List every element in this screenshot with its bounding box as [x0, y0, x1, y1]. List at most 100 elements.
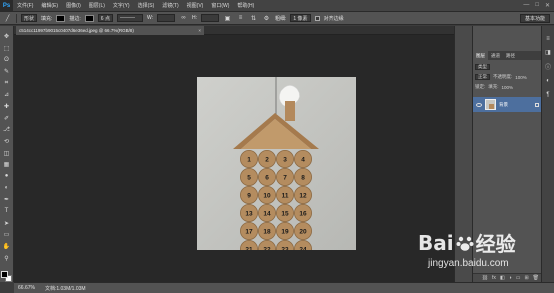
kind-filter-select[interactable]: 类型 [475, 64, 490, 70]
link-icon[interactable]: ∞ [179, 14, 188, 23]
color-swatches[interactable] [1, 271, 12, 283]
menu-window[interactable]: 窗口(W) [207, 2, 233, 9]
roll-number-2: 2 [265, 156, 269, 163]
panel-tabs: 图层 通道 路径 [473, 51, 542, 60]
roll-number-24: 24 [299, 246, 307, 250]
line-tool-icon[interactable]: ╱ [3, 14, 12, 23]
roll-number-11: 11 [282, 192, 289, 199]
tab-paths[interactable]: 路径 [503, 51, 518, 60]
zoom-icon[interactable]: ⚲ [2, 254, 11, 263]
stroke-type-select[interactable]: ——— [116, 14, 143, 22]
roll-number-17: 17 [245, 228, 253, 235]
divider [16, 13, 17, 23]
opacity-value[interactable]: 100% [515, 75, 527, 80]
height-label: H: [192, 15, 197, 21]
blur-icon[interactable]: ● [2, 172, 11, 181]
weight-label: 粗细: [275, 15, 287, 22]
gradient-icon[interactable]: ▦ [2, 160, 11, 169]
menu-edit[interactable]: 编辑(E) [37, 2, 62, 9]
minimize-button[interactable]: — [523, 2, 529, 9]
opacity-label: 不透明度: [493, 74, 513, 79]
options-bar: ╱ 形状 填充: 描边: 6 点 ——— W: ∞ H: ▣ ≡ ⇅ ⚙ 粗细:… [0, 11, 554, 25]
lock-row: 锁定: 填充: 100% [475, 83, 540, 91]
properties-icon[interactable]: ◨ [544, 48, 553, 57]
fill-label: 填充: [41, 15, 53, 22]
marquee-icon[interactable]: ⬚ [2, 44, 11, 53]
tab-channels[interactable]: 通道 [488, 51, 503, 60]
history-brush-icon[interactable]: ⟲ [2, 137, 11, 146]
document-image[interactable]: 1 2 3 4 5 6 7 8 9 10 11 12 13 14 15 16 17 18 19 20 21 22 23 24 [197, 77, 356, 250]
path-arrange-icon[interactable]: ⇅ [249, 14, 258, 23]
shape-mode-select[interactable]: 形状 [21, 14, 38, 22]
lasso-icon[interactable]: ʘ [2, 55, 11, 64]
maximize-button[interactable]: □ [535, 2, 539, 9]
path-align-icon[interactable]: ≡ [236, 14, 245, 23]
layer-row-background[interactable]: 背景 [473, 97, 542, 112]
doc-size[interactable]: 文档:1.03M/1.03M [45, 285, 86, 292]
menu-select[interactable]: 选择(S) [134, 2, 159, 9]
lock-icon [535, 102, 539, 107]
fill-value[interactable]: 100% [502, 85, 514, 90]
crop-icon[interactable]: ⌗ [2, 79, 11, 88]
watermark-brand: Bai [418, 230, 454, 255]
weight-field[interactable]: 1 像素 [290, 14, 311, 22]
dodge-icon[interactable]: ◐ [2, 184, 11, 193]
roll-number-12: 12 [299, 192, 307, 199]
eyedropper-icon[interactable]: ⊿ [2, 90, 11, 99]
toilet-roll-advent-house-photo: 1 2 3 45 6 7 89 10 11 1213 14 15 1617 18 19 2021 22 23 24 [233, 77, 319, 250]
healing-icon[interactable]: ✚ [2, 102, 11, 111]
foreground-color[interactable] [1, 271, 8, 279]
menu-view[interactable]: 视图(V) [183, 2, 208, 9]
layer-thumbnail [485, 99, 496, 110]
roll-number-3: 3 [283, 156, 287, 163]
stroke-swatch[interactable] [84, 14, 94, 22]
workspace-select[interactable]: 基本功能 [519, 13, 550, 23]
paragraph-icon[interactable]: ¶ [544, 90, 553, 99]
history-icon[interactable]: ≡ [544, 34, 553, 43]
menu-bar: Ps 文件(F) 编辑(E) 图像(I) 图层(L) 文字(Y) 选择(S) 滤… [0, 0, 554, 11]
menu-help[interactable]: 帮助(H) [233, 2, 258, 9]
shape-icon[interactable]: ▭ [2, 230, 11, 239]
tab-layers[interactable]: 图层 [473, 51, 488, 60]
pen-icon[interactable]: ✒ [2, 195, 11, 204]
fill-swatch[interactable] [56, 14, 66, 22]
roll-number-19: 19 [281, 228, 289, 235]
path-select-icon[interactable]: ➤ [2, 219, 11, 228]
menu-file[interactable]: 文件(F) [13, 2, 37, 9]
adjust-icon[interactable]: ◐ [544, 76, 553, 85]
gear-icon[interactable]: ⚙ [262, 14, 271, 23]
menu-layer[interactable]: 图层(L) [85, 2, 109, 9]
watermark-logo: Bai 经验 [418, 228, 516, 257]
stroke-size-field[interactable]: 6 点 [97, 14, 113, 22]
hand-icon[interactable]: ✋ [2, 242, 11, 251]
roll-number-7: 7 [283, 174, 287, 181]
menu-filter[interactable]: 滤镜(T) [158, 2, 182, 9]
menu-image[interactable]: 图像(I) [62, 2, 85, 9]
tools-panel: ✥ ⬚ ʘ ✎ ⌗ ⊿ ✚ ✐ ⎇ ⟲ ◫ ▦ ● ◐ ✒ T ➤ ▭ ✋ ⚲ [0, 26, 14, 283]
height-field[interactable] [201, 14, 219, 22]
layer-name: 背景 [499, 101, 508, 107]
info-icon[interactable]: ⓘ [544, 62, 553, 71]
width-field[interactable] [157, 14, 175, 22]
eraser-icon[interactable]: ◫ [2, 149, 11, 158]
roll-number-1: 1 [247, 156, 251, 163]
path-ops-icon[interactable]: ▣ [223, 14, 232, 23]
eye-icon[interactable] [476, 102, 482, 107]
align-edges-label: 对齐边缘 [323, 15, 344, 22]
zoom-level[interactable]: 66.67% [18, 285, 35, 291]
brush-icon[interactable]: ✐ [2, 114, 11, 123]
type-icon[interactable]: T [2, 207, 11, 216]
close-tab-icon[interactable]: × [198, 28, 204, 33]
menu-type[interactable]: 文字(Y) [109, 2, 134, 9]
canvas-area[interactable]: 1 2 3 4 5 6 7 8 9 10 11 12 13 14 15 16 17 18 19 20 21 22 23 24 [14, 35, 454, 282]
move-icon[interactable]: ✥ [2, 32, 11, 41]
blend-mode-select[interactable]: 正常 [475, 74, 490, 80]
close-button[interactable]: ✕ [545, 2, 550, 9]
roll-number-10: 10 [263, 192, 271, 199]
fill-label: 填充: [488, 84, 499, 89]
stamp-icon[interactable]: ⎇ [2, 125, 11, 134]
stroke-label: 描边: [69, 15, 81, 22]
align-edges-checkbox[interactable] [314, 15, 320, 21]
quick-select-icon[interactable]: ✎ [2, 67, 11, 76]
document-tab[interactable]: c514cc11997b9015c0407d6e36ed.jpeg @ 66.7… [16, 26, 204, 35]
